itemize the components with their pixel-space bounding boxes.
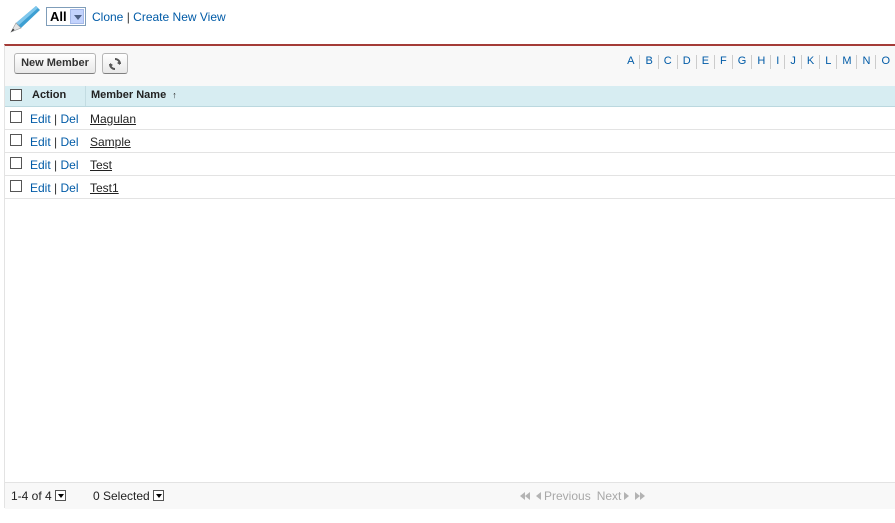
action-separator: | — [54, 158, 58, 172]
record-count-label: 1-4 of 4 — [11, 489, 52, 503]
row-checkbox[interactable] — [10, 180, 22, 192]
create-new-view-link[interactable]: Create New View — [133, 10, 225, 24]
table-row: Edit | Del Sample — [5, 130, 895, 153]
action-separator: | — [54, 181, 58, 195]
column-header-member-name[interactable]: Member Name ↑ — [91, 89, 177, 101]
alphabet-filter: ABCDEFGHIJKLMNO — [622, 55, 895, 69]
next-icon — [624, 492, 630, 500]
alpha-filter-f[interactable]: F — [714, 55, 732, 69]
next-label: Next — [596, 489, 622, 503]
custom-object-tab-icon — [10, 6, 40, 33]
row-actions: Edit | Del — [30, 181, 79, 195]
refresh-button[interactable] — [102, 53, 128, 74]
alpha-filter-j[interactable]: J — [784, 55, 801, 69]
alpha-filter-h[interactable]: H — [751, 55, 770, 69]
alpha-filter-o[interactable]: O — [875, 55, 895, 69]
row-actions: Edit | Del — [30, 135, 79, 149]
alpha-filter-i[interactable]: I — [770, 55, 784, 69]
row-actions: Edit | Del — [30, 158, 79, 172]
alpha-filter-a[interactable]: A — [622, 55, 639, 69]
record-count: 1-4 of 4 — [11, 489, 66, 503]
delete-link[interactable]: Del — [61, 158, 79, 172]
alpha-filter-d[interactable]: D — [676, 55, 696, 69]
view-links: Clone | Create New View — [92, 10, 226, 24]
selected-count-label: 0 Selected — [93, 489, 150, 503]
pagination: Previous Next — [520, 489, 651, 503]
edit-link[interactable]: Edit — [30, 158, 51, 172]
delete-link[interactable]: Del — [61, 181, 79, 195]
previous-icon — [536, 492, 541, 500]
last-page-icon-2 — [640, 492, 646, 500]
selected-count: 0 Selected — [93, 489, 164, 503]
list-toolbar: New Member ABCDEFGHIJKLMNO — [5, 46, 895, 87]
list-panel: New Member ABCDEFGHIJKLMNO Action Member… — [4, 44, 895, 509]
table-body: Edit | Del Magulan Edit | Del Sample Edit | … — [5, 107, 895, 199]
link-separator: | — [126, 10, 130, 24]
alpha-filter-l[interactable]: L — [819, 55, 836, 69]
table-row: Edit | Del Magulan — [5, 107, 895, 130]
row-actions: Edit | Del — [30, 112, 79, 126]
clone-view-link[interactable]: Clone — [92, 10, 123, 24]
chevron-down-icon[interactable] — [70, 9, 84, 24]
member-name-link[interactable]: Magulan — [90, 112, 136, 126]
row-checkbox[interactable] — [10, 157, 22, 169]
view-select[interactable]: All — [46, 7, 86, 26]
alpha-filter-c[interactable]: C — [657, 55, 677, 69]
selection-dropdown[interactable] — [152, 490, 164, 501]
table-row: Edit | Del Test1 — [5, 176, 895, 199]
previous-label: Previous — [544, 489, 591, 503]
page-size-dropdown[interactable] — [54, 490, 66, 501]
refresh-icon — [109, 58, 121, 70]
alpha-filter-e[interactable]: E — [695, 55, 714, 69]
alpha-filter-b[interactable]: B — [639, 55, 657, 69]
column-divider — [85, 86, 86, 106]
sort-ascending-icon: ↑ — [172, 90, 177, 100]
alpha-filter-n[interactable]: N — [856, 55, 875, 69]
alpha-filter-m[interactable]: M — [836, 55, 856, 69]
row-checkbox[interactable] — [10, 134, 22, 146]
action-separator: | — [54, 135, 58, 149]
first-page-button[interactable] — [520, 492, 530, 500]
view-select-value: All — [50, 9, 67, 24]
list-footer: 1-4 of 4 0 Selected Previous Next — [5, 482, 895, 509]
column-header-action: Action — [32, 89, 67, 101]
delete-link[interactable]: Del — [61, 135, 79, 149]
alpha-filter-g[interactable]: G — [731, 55, 752, 69]
new-member-button[interactable]: New Member — [14, 53, 96, 74]
action-separator: | — [54, 112, 58, 126]
next-page-button[interactable]: Next — [597, 489, 630, 503]
list-view-header: All Clone | Create New View — [0, 0, 895, 44]
previous-page-button[interactable]: Previous — [536, 489, 591, 503]
select-all-checkbox[interactable] — [10, 89, 22, 101]
delete-link[interactable]: Del — [61, 112, 79, 126]
member-name-link[interactable]: Test — [90, 158, 112, 172]
first-page-icon-2 — [525, 492, 530, 500]
member-name-link[interactable]: Sample — [90, 135, 131, 149]
row-checkbox[interactable] — [10, 111, 22, 123]
alpha-filter-k[interactable]: K — [800, 55, 819, 69]
edit-link[interactable]: Edit — [30, 112, 51, 126]
member-name-link[interactable]: Test1 — [90, 181, 119, 195]
edit-link[interactable]: Edit — [30, 181, 51, 195]
table-row: Edit | Del Test — [5, 153, 895, 176]
last-page-button[interactable] — [635, 492, 646, 500]
edit-link[interactable]: Edit — [30, 135, 51, 149]
table-header: Action Member Name ↑ — [5, 86, 895, 107]
column-header-label: Member Name — [91, 89, 167, 101]
